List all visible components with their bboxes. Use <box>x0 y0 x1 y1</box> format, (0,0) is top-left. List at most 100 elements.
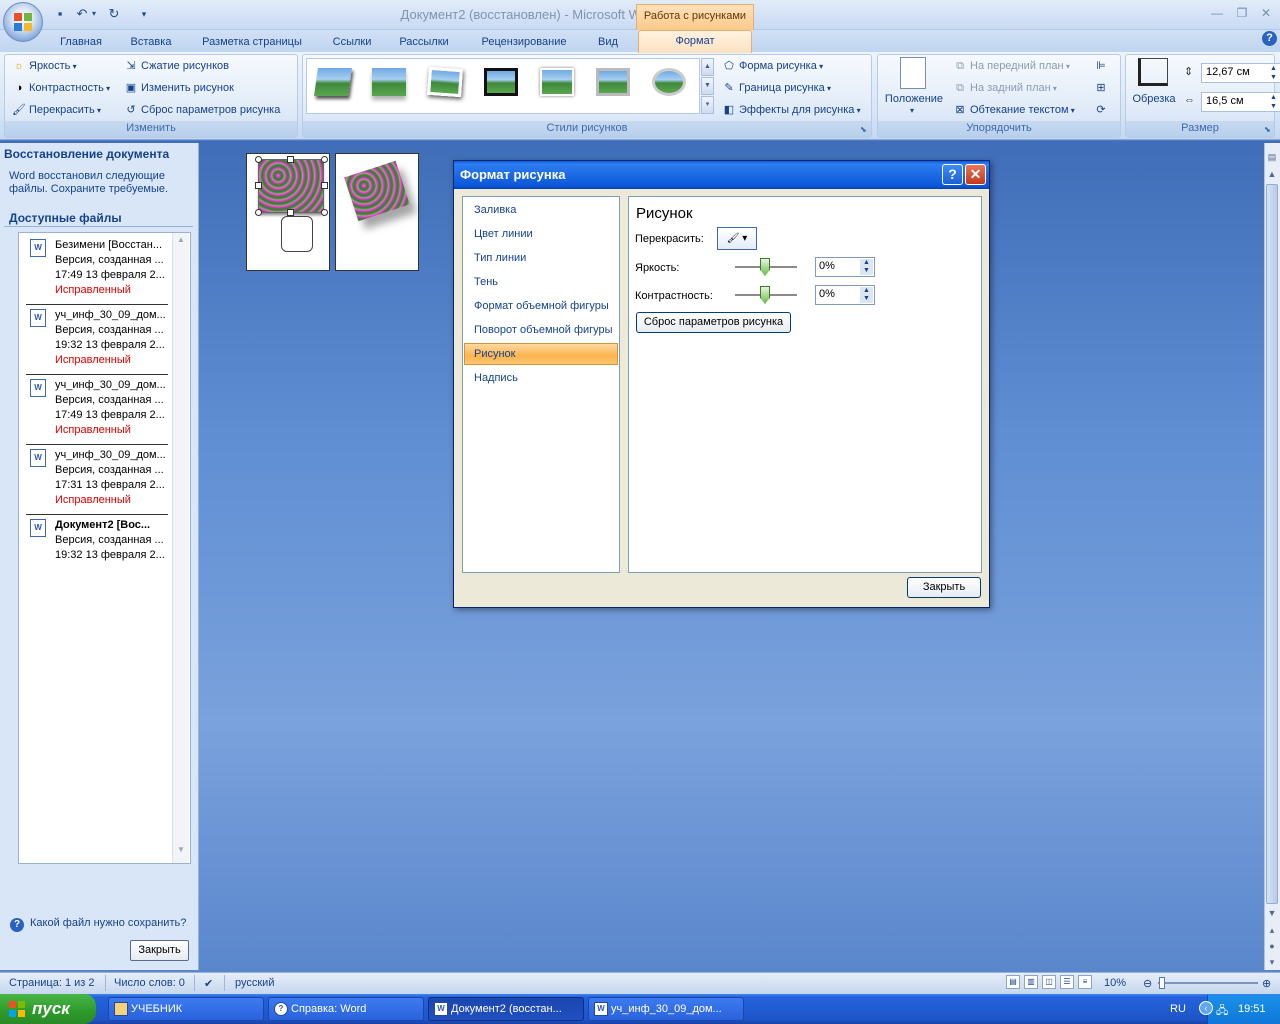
close-window-icon[interactable]: ✕ <box>1257 6 1275 20</box>
contrast-input[interactable]: 0% ▲ ▼ <box>815 285 875 305</box>
tab-page-layout[interactable]: Разметка страницы <box>190 33 314 52</box>
change-picture-button[interactable]: ▣ Изменить рисунок <box>124 78 234 98</box>
rotate-button[interactable]: ⟳ <box>1094 100 1111 120</box>
zoom-level[interactable]: 10% <box>1104 977 1126 989</box>
taskbar-item-folder[interactable]: УЧЕБНИК <box>108 997 264 1021</box>
draft-view-icon[interactable]: ≡ <box>1078 975 1092 989</box>
outline-view-icon[interactable]: ☰ <box>1060 975 1074 989</box>
category-line-style[interactable]: Тип линии <box>474 248 618 268</box>
minimize-icon[interactable]: — <box>1208 6 1226 20</box>
tab-references[interactable]: Ссылки <box>324 33 380 52</box>
dialog-help-icon[interactable]: ? <box>942 164 963 185</box>
category-picture[interactable]: Рисунок <box>474 344 618 364</box>
next-page-icon[interactable]: ▾ <box>1264 954 1280 970</box>
office-button[interactable] <box>3 2 43 42</box>
picture-shape-button[interactable]: ⬠ Форма рисунка <box>722 56 823 76</box>
tab-format[interactable]: Формат <box>638 30 752 53</box>
contrast-spinner-icon[interactable]: ▲ ▼ <box>860 287 873 303</box>
crop-button[interactable]: Обрезка <box>1130 93 1178 105</box>
tab-view[interactable]: Вид <box>588 33 628 52</box>
recolor-dropdown[interactable]: 🖌 ▾ <box>717 227 757 250</box>
zoom-out-icon[interactable]: ⊖ <box>1143 977 1152 990</box>
scroll-thumb[interactable] <box>1266 184 1278 904</box>
resize-handle[interactable] <box>321 209 328 216</box>
picture-effects-button[interactable]: ◧ Эффекты для рисунка <box>722 100 861 120</box>
language-status[interactable]: русский <box>235 977 274 989</box>
picture-style-3[interactable] <box>422 62 468 106</box>
picture-style-1[interactable] <box>310 62 356 106</box>
full-screen-reading-icon[interactable]: ▥ <box>1024 975 1038 989</box>
brightness-input[interactable]: 0% ▲ ▼ <box>815 257 875 277</box>
category-fill[interactable]: Заливка <box>474 200 618 220</box>
category-3d-format[interactable]: Формат объемной фигуры <box>474 296 618 316</box>
group-button[interactable]: ⊞ <box>1094 78 1111 98</box>
dialog-close-icon[interactable]: ✕ <box>965 164 986 185</box>
callout-shape[interactable] <box>281 216 313 252</box>
resize-handle[interactable] <box>255 209 262 216</box>
document-page-2[interactable] <box>335 153 419 271</box>
keyboard-language[interactable]: RU <box>1170 1003 1186 1015</box>
picture-style-7[interactable] <box>646 62 692 106</box>
category-text-box[interactable]: Надпись <box>474 368 618 388</box>
recovered-file-item[interactable]: W уч_инф_30_09_дом... Версия, созданная … <box>26 305 168 375</box>
taskbar-item-help[interactable]: ? Справка: Word <box>268 997 424 1021</box>
bring-to-front-button[interactable]: ⧉ На передний план <box>953 56 1070 76</box>
scroll-down-icon[interactable]: ▼ <box>1264 905 1280 921</box>
tab-mailings[interactable]: Рассылки <box>390 33 458 52</box>
taskbar-item-document2[interactable]: W Документ2 (восстан... <box>428 997 584 1021</box>
recolor-button[interactable]: 🖌 Перекрасить <box>12 100 101 120</box>
resize-handle[interactable] <box>287 209 294 216</box>
previous-page-icon[interactable]: ▴ <box>1264 922 1280 938</box>
taskbar-item-uch-inf[interactable]: Wуч_инф_30_09_дом... <box>588 997 744 1021</box>
styles-dialog-launcher-icon[interactable]: ⬊ <box>860 125 867 134</box>
zoom-slider-thumb[interactable] <box>1159 977 1165 989</box>
resize-handle[interactable] <box>287 156 294 163</box>
tab-insert[interactable]: Вставка <box>122 33 180 52</box>
send-to-back-button[interactable]: ⧉ На задний план <box>953 78 1057 98</box>
compress-pictures-button[interactable]: ⇲ Сжатие рисунков <box>124 56 229 76</box>
show-hidden-icons-icon[interactable]: ‹ <box>1199 1001 1213 1015</box>
recovered-file-item[interactable]: W уч_инф_30_09_дом... Версия, созданная … <box>26 375 168 445</box>
page-count-status[interactable]: Страница: 1 из 2 <box>9 977 95 989</box>
picture-style-2[interactable] <box>366 62 412 106</box>
picture-border-button[interactable]: ✎ Граница рисунка <box>722 78 831 98</box>
rotated-picture[interactable] <box>344 160 410 222</box>
web-layout-icon[interactable]: ◫ <box>1042 975 1056 989</box>
recovered-file-item[interactable]: W уч_инф_30_09_дом... Версия, созданная … <box>26 445 168 515</box>
restore-icon[interactable]: ❐ <box>1233 6 1251 20</box>
width-spinner-icon[interactable]: ▲ ▼ <box>1267 93 1280 111</box>
gallery-more-icon[interactable]: ▾ <box>701 96 714 114</box>
category-line-color[interactable]: Цвет линии <box>474 224 618 244</box>
tab-home[interactable]: Главная <box>52 33 110 52</box>
picture-style-4[interactable] <box>478 62 524 106</box>
resize-handle[interactable] <box>321 156 328 163</box>
category-3d-rotation[interactable]: Поворот объемной фигуры <box>474 320 618 340</box>
scroll-down-icon[interactable]: ▼ <box>174 845 188 859</box>
position-button[interactable]: Положение <box>883 93 945 105</box>
height-spinner-icon[interactable]: ▲ ▼ <box>1267 64 1280 82</box>
document-page-1[interactable] <box>246 153 330 271</box>
text-wrap-button[interactable]: ⊠ Обтекание текстом <box>953 100 1075 120</box>
reset-picture-button[interactable]: ↺ Сброс параметров рисунка <box>124 100 280 120</box>
zoom-slider[interactable] <box>1158 982 1258 984</box>
align-button[interactable]: ⊫ <box>1094 56 1111 76</box>
spelling-check-icon[interactable]: ✔ <box>204 977 213 990</box>
recovered-file-item[interactable]: W Безимени [Восстан... Версия, созданная… <box>26 235 168 305</box>
contrast-button[interactable]: ◑ Контрастность <box>12 78 110 98</box>
browse-object-icon[interactable]: ● <box>1264 938 1280 954</box>
resize-handle[interactable] <box>255 182 262 189</box>
recovered-file-item[interactable]: W Документ2 [Вос... Версия, созданная ..… <box>26 515 168 585</box>
recovery-close-button[interactable]: Закрыть <box>130 940 189 961</box>
position-dropdown-icon[interactable]: ▾ <box>910 106 914 115</box>
reset-picture-settings-button[interactable]: Сброс параметров рисунка <box>636 312 791 333</box>
ruler-toggle-icon[interactable]: ▤ <box>1264 149 1280 165</box>
word-count-status[interactable]: Число слов: 0 <box>114 977 185 989</box>
gallery-scroll-down-icon[interactable]: ▼ <box>701 77 714 95</box>
network-icon[interactable]: 🖧 <box>1216 1002 1230 1017</box>
resize-handle[interactable] <box>321 182 328 189</box>
files-scrollbar[interactable]: ▲ ▼ <box>172 233 189 863</box>
gallery-scroll-up-icon[interactable]: ▲ <box>701 58 714 76</box>
resize-handle[interactable] <box>255 156 262 163</box>
dialog-close-button[interactable]: Закрыть <box>907 577 981 598</box>
brightness-spinner-icon[interactable]: ▲ ▼ <box>860 259 873 275</box>
